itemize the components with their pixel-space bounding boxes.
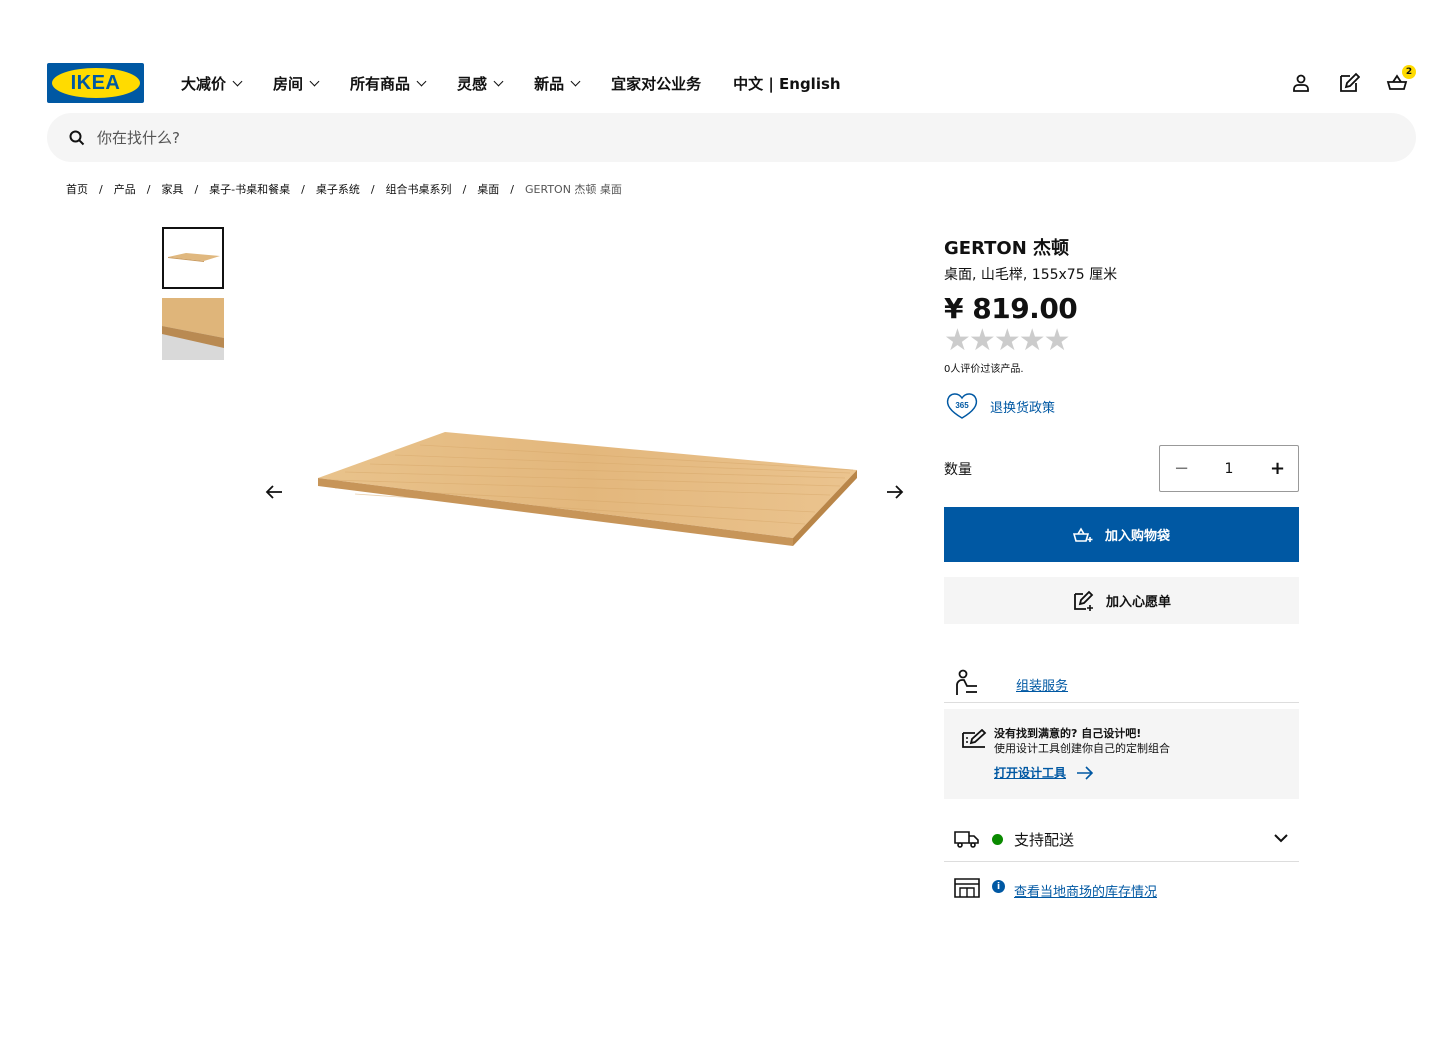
rating-stars[interactable]: ★ ★ ★ ★ ★ (944, 326, 1299, 356)
wishlist-icon[interactable] (1336, 70, 1362, 96)
delivery-status-dot (992, 834, 1003, 845)
product-thumbnail-2[interactable] (162, 298, 224, 360)
quantity-value[interactable]: 1 (1225, 461, 1234, 477)
header-actions: 2 (1266, 65, 1416, 96)
breadcrumb-link[interactable]: 桌子系统 (316, 181, 360, 197)
site-header: IKEA 大减价 房间 所有商品 灵感 新品 宜家对公业务 中文 | Engli… (0, 0, 1440, 170)
add-to-cart-button[interactable]: 加入购物袋 (944, 507, 1299, 562)
quantity-stepper: − 1 + (1159, 445, 1299, 492)
nav-label: 所有商品 (350, 74, 411, 93)
nav-item-language[interactable]: 中文 | English (733, 73, 840, 94)
logo-text: IKEA (70, 71, 121, 94)
chevron-down-icon (1274, 834, 1288, 843)
star-icon: ★ (993, 323, 1021, 358)
return-365-heart-icon: 365 (946, 393, 978, 419)
nav-item-sale[interactable]: 大减价 (181, 73, 243, 94)
open-design-tool-link[interactable]: 打开设计工具 (994, 764, 1094, 781)
main-nav: 大减价 房间 所有商品 灵感 新品 宜家对公业务 中文 | English (181, 70, 873, 96)
return-policy-link[interactable]: 365 退换货政策 (944, 391, 1299, 421)
store-icon (954, 878, 980, 898)
search-input[interactable] (97, 128, 697, 147)
product-main-image (318, 432, 857, 546)
quantity-label: 数量 (944, 462, 972, 478)
assembly-service-row: 组装服务 (944, 665, 1299, 703)
star-icon: ★ (968, 323, 996, 358)
chevron-down-icon (493, 76, 504, 86)
product-name: GERTON 杰顿 (944, 238, 1070, 259)
cart-plus-icon (1072, 526, 1093, 544)
increase-quantity-button[interactable]: + (1270, 458, 1285, 479)
quantity-row: 数量 − 1 + (944, 445, 1299, 492)
delivery-status-text: 支持配送 (1014, 831, 1075, 849)
store-stock-row: i 查看当地商场的库存情况 (944, 875, 1299, 905)
nav-label: 灵感 (457, 74, 488, 93)
add-to-cart-label: 加入购物袋 (1104, 529, 1170, 544)
nav-label: 房间 (273, 74, 304, 93)
product-price: ¥ 819.00 (944, 292, 1078, 325)
add-to-wishlist-button[interactable]: 加入心愿单 (944, 577, 1299, 624)
nav-label: 宜家对公业务 (611, 74, 702, 93)
nav-label: 中文 | English (733, 74, 841, 93)
chevron-down-icon (416, 76, 427, 86)
star-icon: ★ (944, 323, 971, 358)
delivery-row[interactable]: 支持配送 (944, 815, 1299, 862)
return-policy-text: 退换货政策 (990, 400, 1056, 416)
design-pencil-icon (962, 729, 987, 748)
design-tool-title: 没有找到满意的? 自己设计吧! (994, 727, 1142, 740)
add-to-wishlist-label: 加入心愿单 (1105, 595, 1171, 610)
user-icon[interactable] (1288, 70, 1314, 96)
search-icon (69, 130, 85, 145)
breadcrumb-current: GERTON 杰顿 桌面 (525, 183, 622, 196)
cart-count-badge: 2 (1402, 65, 1416, 79)
chevron-down-icon (570, 76, 581, 86)
decrease-quantity-button[interactable]: − (1174, 458, 1189, 479)
next-image-arrow-icon[interactable] (884, 481, 906, 503)
prev-image-arrow-icon[interactable] (263, 481, 285, 503)
chevron-down-icon (309, 76, 320, 86)
star-icon: ★ (1043, 323, 1071, 358)
chevron-down-icon (232, 76, 243, 86)
delivery-truck-icon (954, 831, 979, 848)
assembly-person-icon (956, 669, 977, 695)
breadcrumb-link[interactable]: 首页 (66, 181, 88, 197)
breadcrumb-link[interactable]: 产品 (114, 181, 136, 197)
breadcrumb: 首页 / 产品 / 家具 / 桌子-书桌和餐桌 / 桌子系统 / 组合书桌系列 / 桌面 / … (66, 181, 622, 197)
cart-icon[interactable]: 2 (1384, 65, 1416, 96)
nav-item-business[interactable]: 宜家对公业务 (611, 73, 701, 94)
info-icon: i (992, 880, 1005, 893)
nav-item-rooms[interactable]: 房间 (273, 73, 320, 94)
design-tool-card: 没有找到满意的? 自己设计吧! 使用设计工具创建你自己的定制组合 打开设计工具 (944, 709, 1299, 799)
review-count: 0人评价过该产品. (944, 364, 1024, 375)
product-thumbnail-1[interactable] (162, 227, 224, 289)
nav-item-products[interactable]: 所有商品 (350, 73, 427, 94)
nav-item-inspiration[interactable]: 灵感 (457, 73, 504, 94)
breadcrumb-link[interactable]: 组合书桌系列 (386, 181, 452, 197)
nav-label: 大减价 (181, 74, 227, 93)
breadcrumb-link[interactable]: 桌面 (477, 181, 499, 197)
nav-label: 新品 (534, 74, 565, 93)
search-bar[interactable] (47, 113, 1416, 162)
policy-badge: 365 (955, 401, 969, 410)
arrow-right-icon (1077, 765, 1094, 780)
product-info: GERTON 杰顿 桌面, 山毛榉, 155x75 厘米 ¥ 819.00 ★ … (944, 236, 1299, 421)
wishlist-plus-icon (1072, 590, 1094, 612)
store-stock-link[interactable]: 查看当地商场的库存情况 (1014, 881, 1157, 900)
ikea-logo[interactable]: IKEA (47, 63, 144, 103)
open-design-tool-label: 打开设计工具 (994, 766, 1067, 780)
design-tool-subtitle: 使用设计工具创建你自己的定制组合 (994, 742, 1170, 755)
nav-item-new[interactable]: 新品 (534, 73, 581, 94)
assembly-service-link[interactable]: 组装服务 (1016, 675, 1068, 694)
star-icon: ★ (1018, 323, 1046, 358)
breadcrumb-link[interactable]: 家具 (161, 181, 183, 197)
breadcrumb-link[interactable]: 桌子-书桌和餐桌 (209, 181, 290, 197)
product-description: 桌面, 山毛榉, 155x75 厘米 (944, 267, 1118, 283)
